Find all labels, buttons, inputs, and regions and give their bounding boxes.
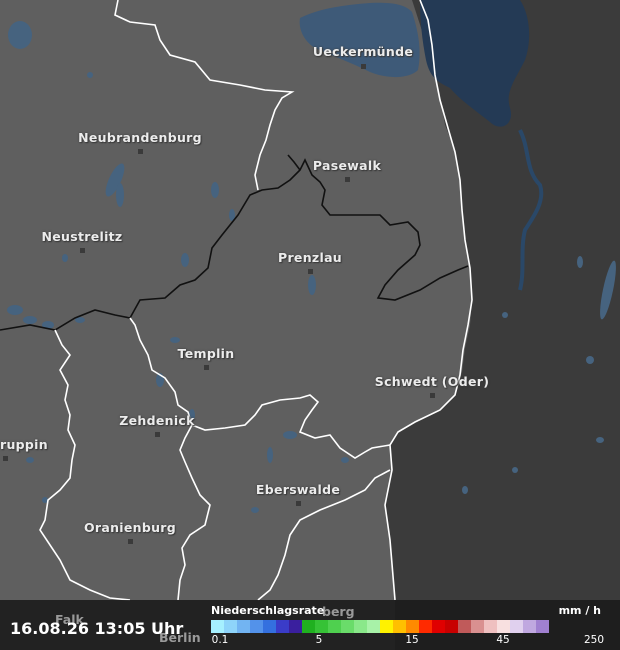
city-label-schwedt[interactable]: Schwedt (Oder)	[375, 374, 489, 389]
legend-tick-3: 45	[496, 634, 510, 646]
legend-color-scale	[211, 620, 549, 633]
legend-swatch-22	[497, 620, 510, 633]
city-marker-pasewalk	[345, 177, 350, 182]
legend-swatch-9	[328, 620, 341, 633]
city-label-prenzlau[interactable]: Prenzlau	[278, 250, 342, 265]
city-label-neubrandenburg[interactable]: Neubrandenburg	[78, 130, 202, 145]
legend-swatch-10	[341, 620, 354, 633]
city-marker-zehdenick	[155, 432, 160, 437]
weather-map[interactable]: Ueckermünde Neubrandenburg Pasewalk Neus…	[0, 0, 620, 650]
city-marker-ueckermuende	[361, 64, 366, 69]
legend-swatch-25	[536, 620, 549, 633]
legend-swatch-23	[510, 620, 523, 633]
city-marker-neubrandenburg	[138, 149, 143, 154]
legend-swatch-20	[471, 620, 484, 633]
legend-swatch-1	[224, 620, 237, 633]
legend-swatch-21	[484, 620, 497, 633]
legend-swatch-12	[367, 620, 380, 633]
legend-swatch-24	[523, 620, 536, 633]
city-marker-eberswalde	[296, 501, 301, 506]
legend-swatch-18	[445, 620, 458, 633]
map-canvas	[0, 0, 620, 650]
city-marker-oranienburg	[128, 539, 133, 544]
legend-tick-1: 5	[315, 634, 323, 646]
city-marker-ruppin	[3, 456, 8, 461]
legend-swatch-6	[289, 620, 302, 633]
legend-tick-0: 0.1	[211, 634, 229, 646]
legend-unit: mm / h	[558, 604, 601, 617]
legend-swatch-2	[237, 620, 250, 633]
legend-swatch-5	[276, 620, 289, 633]
city-label-eberswalde[interactable]: Eberswalde	[256, 482, 340, 497]
legend-tick-2: 15	[405, 634, 419, 646]
city-label-neustrelitz[interactable]: Neustrelitz	[41, 229, 122, 244]
city-label-zehdenick[interactable]: Zehdenick	[119, 413, 194, 428]
legend-swatch-15	[406, 620, 419, 633]
map-timestamp: 16.08.26 13:05 Uhr	[10, 619, 184, 638]
legend-swatch-16	[419, 620, 432, 633]
city-marker-schwedt	[430, 393, 435, 398]
city-marker-prenzlau	[308, 269, 313, 274]
city-label-pasewalk[interactable]: Pasewalk	[313, 158, 381, 173]
city-marker-neustrelitz	[80, 248, 85, 253]
city-label-templin[interactable]: Templin	[178, 346, 235, 361]
legend-swatch-3	[250, 620, 263, 633]
legend-swatch-8	[315, 620, 328, 633]
legend-swatch-7	[302, 620, 315, 633]
legend-swatch-0	[211, 620, 224, 633]
legend-swatch-4	[263, 620, 276, 633]
info-bar: Falk Berlin berg 16.08.26 13:05 Uhr Nied…	[0, 600, 620, 650]
city-label-oranienburg[interactable]: Oranienburg	[84, 520, 176, 535]
legend-swatch-14	[393, 620, 406, 633]
legend-swatch-19	[458, 620, 471, 633]
city-marker-templin	[204, 365, 209, 370]
legend-swatch-11	[354, 620, 367, 633]
legend-tick-4: 250	[583, 634, 605, 646]
city-label-ruppin[interactable]: ruppin	[0, 437, 48, 452]
legend-title: Niederschlagsrate	[211, 604, 325, 617]
legend-swatch-13	[380, 620, 393, 633]
legend-swatch-17	[432, 620, 445, 633]
precipitation-legend: Niederschlagsrate mm / h 0.1 5 15 45 250	[211, 604, 605, 648]
city-label-ueckermuende[interactable]: Ueckermünde	[313, 44, 413, 59]
